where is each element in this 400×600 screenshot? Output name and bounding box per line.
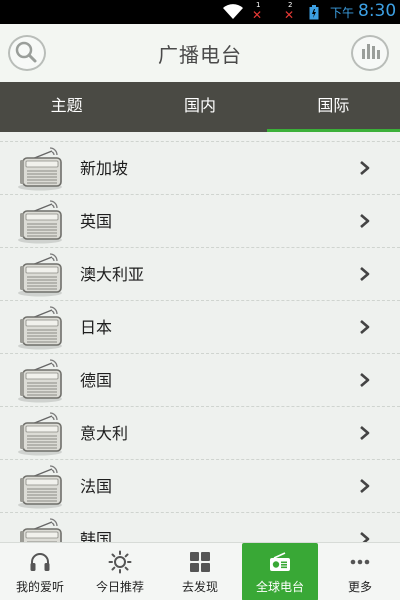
station-row[interactable]: 澳大利亚: [0, 248, 400, 301]
nav-today-recommend[interactable]: 今日推荐: [80, 543, 160, 600]
radio-icon: [18, 412, 62, 456]
nav-label: 今日推荐: [95, 580, 144, 594]
sun-icon: [108, 550, 132, 574]
tab-theme[interactable]: 主题: [0, 82, 133, 132]
radio-icon: [18, 253, 62, 297]
station-row[interactable]: 法国: [0, 460, 400, 513]
status-time: 8:30: [358, 1, 397, 21]
bottom-nav: 我的爱听 今日推荐 去发现 全球电台 更多: [0, 542, 400, 600]
chevron-right-icon: [360, 161, 370, 175]
station-name: 意大利: [80, 424, 129, 443]
chevron-right-icon: [360, 214, 370, 228]
station-row[interactable]: 日本: [0, 301, 400, 354]
station-name: 日本: [80, 318, 113, 337]
nav-discover[interactable]: 去发现: [160, 543, 240, 600]
chevron-right-icon: [360, 373, 370, 387]
station-name: 新加坡: [80, 159, 129, 178]
station-row[interactable]: 韩国: [0, 513, 400, 542]
nav-more[interactable]: 更多: [320, 543, 400, 600]
station-row[interactable]: 新加坡: [0, 142, 400, 195]
station-name: 韩国: [80, 530, 113, 542]
radio-icon: [20, 518, 62, 542]
station-row[interactable]: 英国: [0, 195, 400, 248]
station-list: 新加坡英国澳大利亚日本德国意大利法国韩国: [0, 132, 400, 542]
station-name: 英国: [80, 212, 113, 231]
radio-icon: [18, 465, 62, 509]
grid-icon: [190, 552, 210, 572]
chevron-right-icon: [360, 479, 370, 493]
station-name: 澳大利亚: [80, 265, 145, 284]
bar-chart-icon: [362, 44, 380, 59]
chevron-right-icon: [360, 320, 370, 334]
list-item-partial: [0, 132, 400, 142]
nav-global-radio[interactable]: 全球电台: [242, 543, 318, 600]
stats-button[interactable]: [351, 35, 389, 71]
chevron-right-icon: [360, 426, 370, 440]
page-title: 广播电台: [158, 43, 242, 67]
nav-label: 全球电台: [255, 580, 304, 594]
radio-icon: [18, 359, 62, 403]
tab-bar: 主题 国内 国际: [0, 82, 400, 134]
tab-international[interactable]: 国际: [266, 82, 400, 134]
nav-my-favorites[interactable]: 我的爱听: [0, 543, 80, 600]
radio-icon: [18, 200, 62, 244]
station-name: 德国: [80, 371, 113, 390]
nav-label: 去发现: [181, 580, 218, 594]
headphones-icon: [30, 553, 50, 571]
radio-icon: [270, 552, 290, 571]
chevron-right-icon: [360, 532, 370, 542]
header: 广播电台: [0, 24, 400, 82]
chevron-right-icon: [360, 267, 370, 281]
radio-icon: [18, 147, 62, 191]
station-row[interactable]: 意大利: [0, 407, 400, 460]
nav-label: 我的爱听: [15, 580, 64, 594]
more-dots-icon: [350, 559, 370, 565]
tab-domestic[interactable]: 国内: [133, 82, 266, 132]
station-row[interactable]: 德国: [0, 354, 400, 407]
station-name: 法国: [80, 477, 113, 496]
nav-label: 更多: [347, 580, 372, 594]
status-bar: 1 ✕ 2 ✕ 下午 8:30: [0, 0, 400, 24]
radio-icon: [18, 306, 62, 350]
battery-icon: [309, 5, 319, 20]
